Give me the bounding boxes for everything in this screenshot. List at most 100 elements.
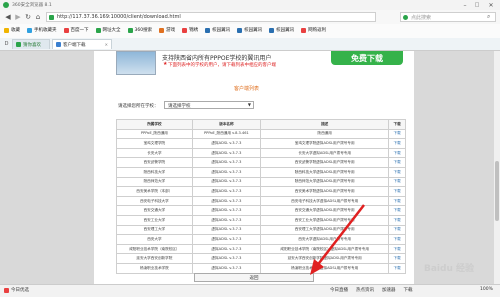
status-item[interactable]: 今日直播 (330, 287, 348, 293)
download-link[interactable]: 下载 (388, 243, 406, 255)
status-item[interactable]: 下载 (404, 287, 413, 293)
download-link[interactable]: 下载 (388, 214, 406, 226)
download-link[interactable]: 下载 (388, 176, 406, 188)
favorite-item[interactable]: 锦绣 (182, 27, 198, 33)
download-link[interactable]: 下载 (388, 253, 406, 264)
favorite-label: 网购返利 (308, 28, 327, 33)
zoom-level[interactable]: 100% (480, 287, 493, 292)
table-cell: 西安美术学院（本部） (116, 186, 193, 197)
recommend-icon (4, 288, 9, 293)
watermark-text: Baidu 经验 (424, 264, 475, 274)
url-text: http://117.37.36.169:10000/client/downlo… (57, 14, 181, 20)
annotation-arrow (310, 204, 365, 275)
favorite-icon (127, 27, 133, 33)
download-link[interactable]: 下载 (388, 262, 406, 274)
table-cell: 虚拟ADSL v.3.7.3 (191, 157, 262, 168)
table-cell: 西安大学 (116, 234, 193, 245)
tab-client-download[interactable]: 客户端下载 ✕ (52, 39, 112, 49)
favorite-item[interactable]: 网购返利 (301, 27, 326, 33)
school-select[interactable]: 请选择学校 ▼ (164, 101, 254, 109)
favorite-item[interactable]: 360搜索 (127, 27, 152, 33)
column-header: 版本名称 (191, 119, 262, 130)
table-cell: 西安美术学院虚拟ADSL用户拨号专用 (260, 186, 390, 197)
download-link[interactable]: 下载 (388, 224, 406, 236)
table-cell: 虚拟ADSL v.3.7.3 (191, 234, 262, 245)
favorite-item[interactable]: 收藏 (4, 27, 20, 33)
window-title: 360安全浏览器 8.1 (12, 3, 52, 8)
back-icon[interactable]: ◀ (4, 13, 12, 21)
home-icon[interactable]: ⌂ (34, 13, 42, 21)
download-link[interactable]: 下载 (388, 166, 406, 178)
favorite-label: 收藏 (11, 28, 20, 33)
free-download-label: 免费下载 (351, 53, 383, 63)
table-cell: 虚拟ADSL v.3.7.3 (191, 147, 262, 159)
favorite-item[interactable]: 网址大全 (95, 27, 121, 33)
sidebar-toggle-icon[interactable]: D (3, 40, 10, 47)
favorite-label: 百度一下 (70, 28, 89, 33)
download-link[interactable]: 下载 (388, 195, 406, 207)
back-button-label: 返回 (249, 275, 259, 281)
status-item[interactable]: 加速器 (382, 287, 396, 293)
favorite-item[interactable]: 百度一下 (63, 27, 89, 33)
favorite-icon (205, 27, 211, 33)
favorite-icon (63, 27, 69, 33)
filter-label: 请选择您所在学校： (118, 104, 159, 109)
status-item[interactable]: 热点资讯 (356, 287, 374, 293)
download-link[interactable]: 下载 (388, 147, 406, 159)
download-link[interactable]: 下载 (388, 205, 406, 216)
favorite-icon (159, 27, 165, 33)
favorites-bar: 收藏 手机收藏夹 百度一下 网址大全 360搜索 游戏 锦绣 校园翼讯 校园翼讯 校园翼讯 网购返利 (0, 24, 500, 39)
table-cell: 咸阳职业技术学院（南院校区） (116, 243, 193, 255)
refresh-icon[interactable]: ↻ (24, 13, 32, 21)
url-field[interactable]: http://117.37.36.169:10000/client/downlo… (46, 12, 376, 22)
table-cell: 虚拟ADSL v.3.7.3 (191, 166, 262, 178)
status-left-label[interactable]: 今日优选 (11, 287, 29, 293)
favorite-item[interactable]: 手机收藏夹 (27, 27, 57, 33)
table-cell: 西安工业大学 (116, 214, 193, 226)
header-banner: 支持陕西省内所有PPPOE学校的翼讯用户 下面列表中的学校的用户，请下载列表中相… (94, 51, 414, 121)
table-cell: 杨凌职业技术学院 (116, 262, 193, 274)
table-row: 陕西科技大学 虚拟ADSL v.3.7.3 陕西科技大学虚拟ADSL用户拨号专用 下载 (116, 166, 406, 178)
download-link[interactable]: 下载 (388, 186, 406, 197)
table-cell: 西安武警学院虚拟ADSL用户拨号专用 (260, 157, 390, 168)
favorite-item[interactable]: 校园翼讯 (269, 27, 294, 33)
forward-icon[interactable]: ▶ (14, 13, 22, 21)
table-cell: 虚拟ADSL v.3.7.3 (191, 138, 262, 149)
tab-bar: D 猜你喜欢 客户端下载 ✕ (0, 38, 500, 51)
download-link[interactable]: 下载 (388, 157, 406, 168)
page-viewport: 支持陕西省内所有PPPOE学校的翼讯用户 下面列表中的学校的用户，请下载列表中相… (0, 51, 500, 284)
free-download-button[interactable]: 免费下载 (331, 51, 403, 65)
column-header: 所属学校 (116, 119, 193, 130)
download-link[interactable]: 下载 (388, 234, 406, 245)
notice-star-icon: ★ (163, 61, 168, 67)
favorite-item[interactable]: 校园翼讯 (205, 27, 230, 33)
table-cell: 西安交通大学 (116, 205, 193, 216)
title-bar: 360安全浏览器 8.1 – □ ✕ (0, 0, 500, 10)
status-bar: 今日优选 今日直播 热点资讯 加速器 下载 100% (0, 284, 500, 297)
table-cell: 陕西通用 (260, 128, 390, 140)
close-button[interactable]: ✕ (485, 1, 497, 9)
favorite-item[interactable]: 游戏 (159, 27, 175, 33)
search-icon[interactable]: ⌕ (487, 13, 490, 21)
table-cell: 虚拟ADSL v.3.7.3 (191, 224, 262, 236)
tab-recommend[interactable]: 猜你喜欢 (12, 39, 50, 49)
favorite-label: 校园翼讯 (244, 28, 263, 33)
table-cell: 西安电子科技大学 (116, 195, 193, 207)
table-cell: 宝鸡文理学院虚拟ADSL用户拨号专用 (260, 138, 390, 149)
scrollbar-thumb[interactable] (495, 161, 499, 221)
download-link[interactable]: 下载 (388, 128, 406, 140)
search-field[interactable]: 点此搜索 ⌕ (400, 12, 496, 22)
tab-close-icon[interactable]: ✕ (105, 42, 108, 47)
maximize-button[interactable]: □ (472, 1, 482, 9)
favorite-icon (182, 27, 188, 33)
download-link[interactable]: 下载 (388, 138, 406, 149)
laptop-image (116, 51, 156, 75)
vertical-scrollbar[interactable] (494, 51, 500, 284)
favorite-item[interactable]: 校园翼讯 (237, 27, 262, 33)
school-select-value: 请选择学校 (168, 103, 191, 109)
list-title: 客户端列表 (234, 86, 260, 92)
back-button[interactable]: 返回 (194, 273, 314, 282)
table-cell: 虚拟ADSL v.3.7.3 (191, 262, 262, 274)
favorite-label: 网址大全 (102, 28, 121, 33)
minimize-button[interactable]: – (460, 1, 470, 9)
